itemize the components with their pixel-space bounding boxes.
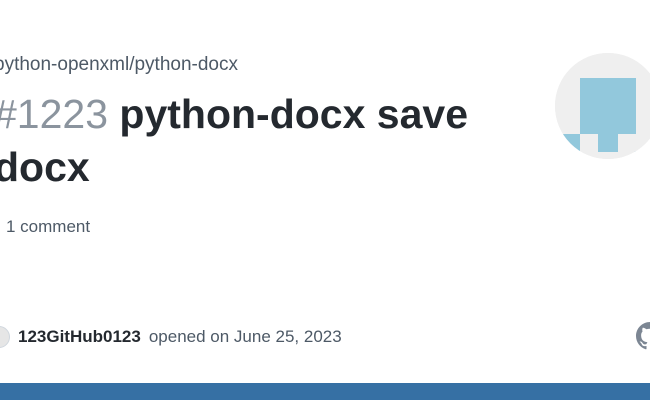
author-username[interactable]: 123GitHub0123	[18, 327, 141, 347]
opened-date: opened on June 25, 2023	[148, 327, 342, 346]
issue-number: #1223	[0, 91, 109, 137]
comment-count-label: 1 comment	[6, 217, 91, 236]
accent-bar	[0, 383, 650, 400]
repo-owner-avatar	[555, 53, 650, 159]
comment-count[interactable]: 1 comment	[0, 217, 90, 237]
identicon-avatar	[555, 53, 650, 159]
social-preview-card: python-openxml/python-docx #1223 python-…	[0, 0, 650, 400]
github-mark-icon[interactable]	[636, 322, 650, 350]
repo-path[interactable]: python-openxml/python-docx	[0, 54, 238, 76]
author-avatar[interactable]	[0, 326, 10, 348]
issue-opened-by: 123GitHub0123 opened on June 25, 2023	[0, 326, 342, 348]
issue-title-heading: #1223 python-docx save docx	[0, 88, 534, 194]
